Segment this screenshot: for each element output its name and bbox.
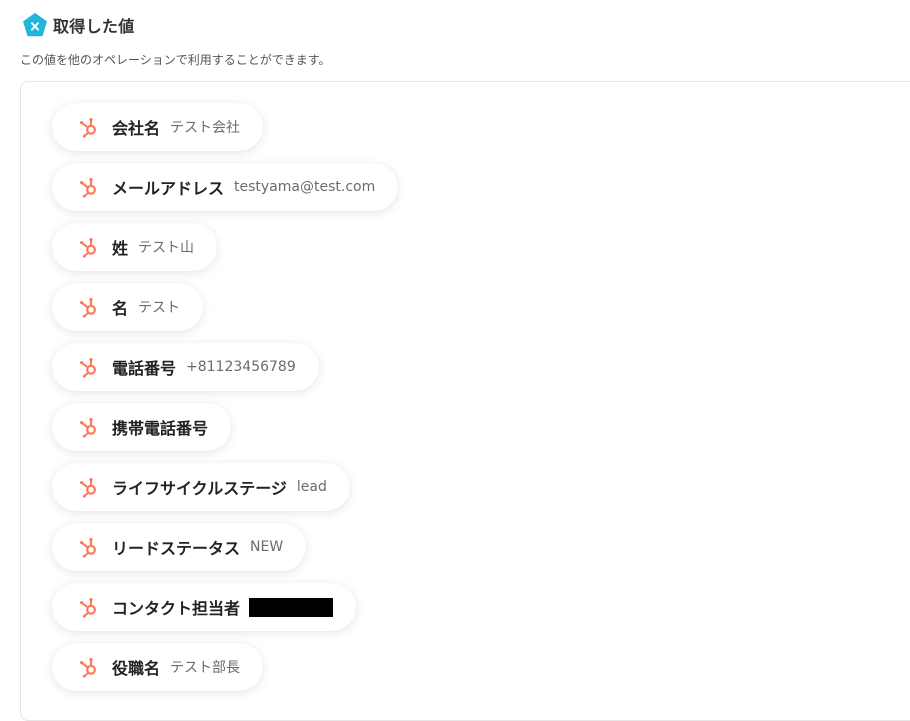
field-chip-last-name[interactable]: 姓 テスト山 <box>52 223 218 271</box>
field-chip-phone[interactable]: 電話番号 +81123456789 <box>52 343 319 391</box>
field-label: 名 <box>112 299 129 318</box>
hubspot-icon <box>80 238 96 258</box>
redacted-value <box>249 597 334 617</box>
field-row: コンタクト担当者 <box>52 583 398 643</box>
field-row: 役職名 テスト部長 <box>52 643 398 703</box>
field-label: 役職名 <box>112 659 161 678</box>
field-row: 電話番号 +81123456789 <box>52 343 398 403</box>
field-value: テスト部長 <box>170 660 241 676</box>
x-pentagon-icon <box>23 13 47 37</box>
field-list: 会社名 テスト会社 メールアドレス testyama@test.com 姓 テス… <box>52 103 399 703</box>
hubspot-icon <box>80 418 96 438</box>
field-row: リードステータス NEW <box>52 523 398 583</box>
field-label: 携帯電話番号 <box>112 419 209 438</box>
field-row: 携帯電話番号 <box>52 403 398 463</box>
field-value: テスト山 <box>138 240 195 256</box>
field-label: メールアドレス <box>112 179 225 198</box>
field-row: 会社名 テスト会社 <box>52 103 398 163</box>
field-value: NEW <box>250 539 284 555</box>
hubspot-icon <box>80 358 96 378</box>
field-chip-company-name[interactable]: 会社名 テスト会社 <box>52 103 264 151</box>
page-description: この値を他のオペレーションで利用することができます。 <box>20 53 331 67</box>
hubspot-icon <box>80 538 96 558</box>
hubspot-icon <box>80 478 96 498</box>
field-chip-contact-owner[interactable]: コンタクト担当者 <box>52 583 357 631</box>
hubspot-icon <box>80 118 96 138</box>
hubspot-icon <box>80 178 96 198</box>
field-chip-first-name[interactable]: 名 テスト <box>52 283 204 331</box>
field-value: lead <box>296 479 327 495</box>
field-chip-lifecycle-stage[interactable]: ライフサイクルステージ lead <box>52 463 350 511</box>
field-row: 名 テスト <box>52 283 398 343</box>
field-label: 姓 <box>112 239 129 258</box>
field-label: リードステータス <box>112 539 241 558</box>
field-value: testyama@test.com <box>234 179 376 195</box>
hubspot-icon <box>80 658 96 678</box>
field-label: 電話番号 <box>112 359 177 378</box>
field-label: 会社名 <box>112 119 161 138</box>
field-chip-email[interactable]: メールアドレス testyama@test.com <box>52 163 399 211</box>
field-label: コンタクト担当者 <box>112 599 241 618</box>
hubspot-icon <box>80 598 96 618</box>
field-chip-job-title[interactable]: 役職名 テスト部長 <box>52 643 264 691</box>
page-title: 取得した値 <box>53 17 135 36</box>
field-row: 姓 テスト山 <box>52 223 398 283</box>
field-label: ライフサイクルステージ <box>112 479 287 498</box>
section-header: 取得した値 <box>22 12 135 38</box>
hubspot-icon <box>80 298 96 318</box>
field-value: テスト <box>138 300 181 316</box>
field-value: テスト会社 <box>170 120 241 136</box>
field-row: メールアドレス testyama@test.com <box>52 163 399 223</box>
field-chip-lead-status[interactable]: リードステータス NEW <box>52 523 307 571</box>
field-chip-mobile-phone[interactable]: 携帯電話番号 <box>52 403 232 451</box>
field-row: ライフサイクルステージ lead <box>52 463 398 523</box>
field-value: +81123456789 <box>186 359 296 375</box>
